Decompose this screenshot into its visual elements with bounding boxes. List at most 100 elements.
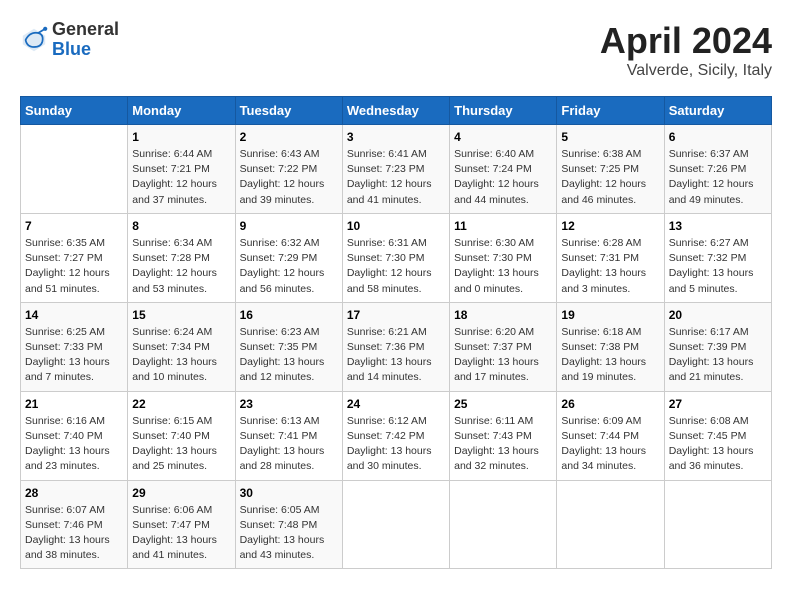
title-block: April 2024 Valverde, Sicily, Italy [600, 20, 772, 80]
day-number: 20 [669, 308, 767, 322]
day-cell [342, 480, 449, 569]
day-cell: 18 Sunrise: 6:20 AM Sunset: 7:37 PM Dayli… [450, 302, 557, 391]
day-number: 13 [669, 219, 767, 233]
logo-text: General Blue [52, 20, 119, 60]
day-cell [21, 125, 128, 214]
day-cell: 20 Sunrise: 6:17 AM Sunset: 7:39 PM Dayli… [664, 302, 771, 391]
week-row-1: 1Sunrise: 6:44 AM Sunset: 7:21 PM Daylig… [21, 125, 772, 214]
day-info: Sunrise: 6:12 AM Sunset: 7:42 PM Dayligh… [347, 414, 445, 475]
day-info: Sunrise: 6:34 AM Sunset: 7:28 PM Dayligh… [132, 236, 230, 297]
day-number: 5 [561, 130, 659, 144]
day-cell: 30Sunrise: 6:05 AM Sunset: 7:48 PM Dayli… [235, 480, 342, 569]
day-number: 14 [25, 308, 123, 322]
day-info: Sunrise: 6:40 AM Sunset: 7:24 PM Dayligh… [454, 147, 552, 208]
day-info: Sunrise: 6:11 AM Sunset: 7:43 PM Dayligh… [454, 414, 552, 475]
day-info: Sunrise: 6:44 AM Sunset: 7:21 PM Dayligh… [132, 147, 230, 208]
header-sunday: Sunday [21, 97, 128, 125]
day-info: Sunrise: 6:08 AM Sunset: 7:45 PM Dayligh… [669, 414, 767, 475]
day-cell: 15 Sunrise: 6:24 AM Sunset: 7:34 PM Dayli… [128, 302, 235, 391]
day-info: Sunrise: 6:06 AM Sunset: 7:47 PM Dayligh… [132, 503, 230, 564]
day-number: 11 [454, 219, 552, 233]
day-number: 27 [669, 397, 767, 411]
day-cell: 9 Sunrise: 6:32 AM Sunset: 7:29 PM Daylig… [235, 213, 342, 302]
logo-blue-text: Blue [52, 40, 119, 60]
day-number: 19 [561, 308, 659, 322]
day-cell: 28 Sunrise: 6:07 AM Sunset: 7:46 PM Dayli… [21, 480, 128, 569]
day-cell: 21Sunrise: 6:16 AM Sunset: 7:40 PM Dayli… [21, 391, 128, 480]
day-cell [664, 480, 771, 569]
day-info: Sunrise: 6:15 AM Sunset: 7:40 PM Dayligh… [132, 414, 230, 475]
day-cell: 6 Sunrise: 6:37 AM Sunset: 7:26 PM Daylig… [664, 125, 771, 214]
day-cell [557, 480, 664, 569]
logo-general-text: General [52, 20, 119, 40]
day-info: Sunrise: 6:43 AM Sunset: 7:22 PM Dayligh… [240, 147, 338, 208]
day-info: Sunrise: 6:31 AM Sunset: 7:30 PM Dayligh… [347, 236, 445, 297]
day-cell: 25Sunrise: 6:11 AM Sunset: 7:43 PM Dayli… [450, 391, 557, 480]
day-cell: 14 Sunrise: 6:25 AM Sunset: 7:33 PM Dayli… [21, 302, 128, 391]
day-number: 29 [132, 486, 230, 500]
week-row-5: 28 Sunrise: 6:07 AM Sunset: 7:46 PM Dayli… [21, 480, 772, 569]
day-cell: 26Sunrise: 6:09 AM Sunset: 7:44 PM Dayli… [557, 391, 664, 480]
day-cell: 29 Sunrise: 6:06 AM Sunset: 7:47 PM Dayli… [128, 480, 235, 569]
day-number: 22 [132, 397, 230, 411]
day-info: Sunrise: 6:16 AM Sunset: 7:40 PM Dayligh… [25, 414, 123, 475]
day-cell: 11 Sunrise: 6:30 AM Sunset: 7:30 PM Dayli… [450, 213, 557, 302]
day-info: Sunrise: 6:32 AM Sunset: 7:29 PM Dayligh… [240, 236, 338, 297]
day-number: 9 [240, 219, 338, 233]
header-wednesday: Wednesday [342, 97, 449, 125]
day-cell: 4 Sunrise: 6:40 AM Sunset: 7:24 PM Daylig… [450, 125, 557, 214]
logo-icon [20, 26, 48, 54]
day-cell: 10 Sunrise: 6:31 AM Sunset: 7:30 PM Dayli… [342, 213, 449, 302]
day-cell: 24 Sunrise: 6:12 AM Sunset: 7:42 PM Dayli… [342, 391, 449, 480]
month-title: April 2024 [600, 20, 772, 62]
calendar-table: SundayMondayTuesdayWednesdayThursdayFrid… [20, 96, 772, 569]
day-cell: 19Sunrise: 6:18 AM Sunset: 7:38 PM Dayli… [557, 302, 664, 391]
week-row-4: 21Sunrise: 6:16 AM Sunset: 7:40 PM Dayli… [21, 391, 772, 480]
header-row: SundayMondayTuesdayWednesdayThursdayFrid… [21, 97, 772, 125]
day-info: Sunrise: 6:25 AM Sunset: 7:33 PM Dayligh… [25, 325, 123, 386]
day-info: Sunrise: 6:05 AM Sunset: 7:48 PM Dayligh… [240, 503, 338, 564]
header-friday: Friday [557, 97, 664, 125]
day-cell: 16Sunrise: 6:23 AM Sunset: 7:35 PM Dayli… [235, 302, 342, 391]
day-number: 15 [132, 308, 230, 322]
week-row-2: 7Sunrise: 6:35 AM Sunset: 7:27 PM Daylig… [21, 213, 772, 302]
day-number: 2 [240, 130, 338, 144]
day-info: Sunrise: 6:13 AM Sunset: 7:41 PM Dayligh… [240, 414, 338, 475]
day-cell: 2 Sunrise: 6:43 AM Sunset: 7:22 PM Daylig… [235, 125, 342, 214]
day-number: 7 [25, 219, 123, 233]
day-cell: 17 Sunrise: 6:21 AM Sunset: 7:36 PM Dayli… [342, 302, 449, 391]
day-info: Sunrise: 6:27 AM Sunset: 7:32 PM Dayligh… [669, 236, 767, 297]
day-info: Sunrise: 6:28 AM Sunset: 7:31 PM Dayligh… [561, 236, 659, 297]
day-info: Sunrise: 6:09 AM Sunset: 7:44 PM Dayligh… [561, 414, 659, 475]
location: Valverde, Sicily, Italy [600, 62, 772, 80]
day-info: Sunrise: 6:21 AM Sunset: 7:36 PM Dayligh… [347, 325, 445, 386]
calendar-header: SundayMondayTuesdayWednesdayThursdayFrid… [21, 97, 772, 125]
day-info: Sunrise: 6:07 AM Sunset: 7:46 PM Dayligh… [25, 503, 123, 564]
day-number: 8 [132, 219, 230, 233]
day-info: Sunrise: 6:17 AM Sunset: 7:39 PM Dayligh… [669, 325, 767, 386]
day-cell: 8 Sunrise: 6:34 AM Sunset: 7:28 PM Daylig… [128, 213, 235, 302]
day-cell: 1Sunrise: 6:44 AM Sunset: 7:21 PM Daylig… [128, 125, 235, 214]
day-number: 6 [669, 130, 767, 144]
day-info: Sunrise: 6:20 AM Sunset: 7:37 PM Dayligh… [454, 325, 552, 386]
day-number: 24 [347, 397, 445, 411]
day-number: 18 [454, 308, 552, 322]
day-number: 12 [561, 219, 659, 233]
day-number: 28 [25, 486, 123, 500]
day-cell: 5 Sunrise: 6:38 AM Sunset: 7:25 PM Daylig… [557, 125, 664, 214]
day-info: Sunrise: 6:24 AM Sunset: 7:34 PM Dayligh… [132, 325, 230, 386]
page-header: General Blue April 2024 Valverde, Sicily… [20, 20, 772, 80]
logo: General Blue [20, 20, 119, 60]
day-info: Sunrise: 6:38 AM Sunset: 7:25 PM Dayligh… [561, 147, 659, 208]
day-number: 16 [240, 308, 338, 322]
header-thursday: Thursday [450, 97, 557, 125]
day-cell: 23Sunrise: 6:13 AM Sunset: 7:41 PM Dayli… [235, 391, 342, 480]
day-cell: 3Sunrise: 6:41 AM Sunset: 7:23 PM Daylig… [342, 125, 449, 214]
day-info: Sunrise: 6:37 AM Sunset: 7:26 PM Dayligh… [669, 147, 767, 208]
day-number: 17 [347, 308, 445, 322]
day-info: Sunrise: 6:30 AM Sunset: 7:30 PM Dayligh… [454, 236, 552, 297]
day-number: 4 [454, 130, 552, 144]
day-cell [450, 480, 557, 569]
day-number: 10 [347, 219, 445, 233]
day-number: 3 [347, 130, 445, 144]
